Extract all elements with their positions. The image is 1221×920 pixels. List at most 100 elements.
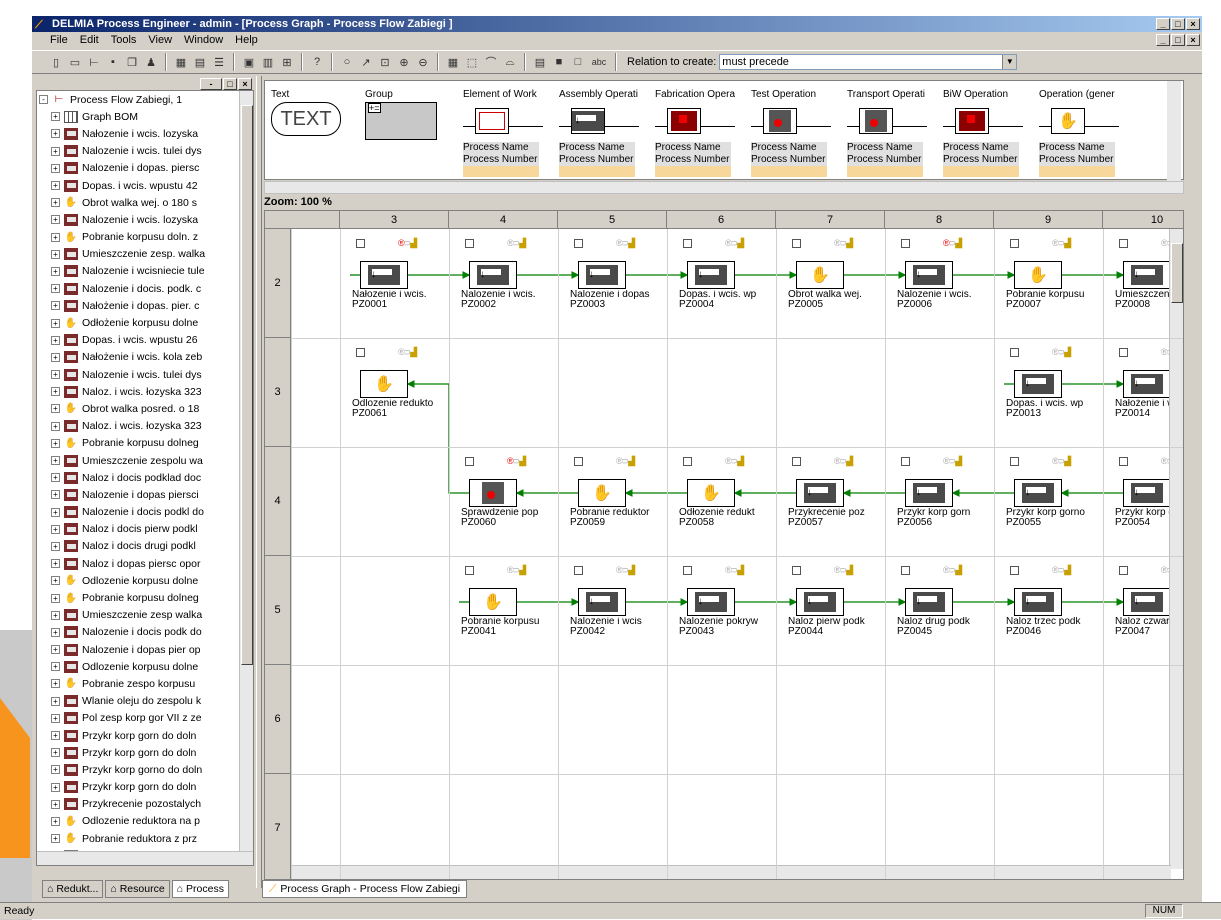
tree-item[interactable]: + Nalozenie i dopas piersci (37, 486, 253, 503)
expand-icon[interactable]: + (51, 610, 60, 620)
tree-item[interactable]: + Umieszczenie zespolu wa (37, 452, 253, 469)
fit-icon[interactable]: ⊡ (377, 54, 393, 70)
node-checkbox[interactable] (1010, 348, 1019, 357)
palette-item[interactable]: Element of Work Process Name Process Numbe… (463, 89, 543, 177)
process-node[interactable]: ®⊃▟ ✋ Pobranie reduktor PZ0059 (564, 456, 656, 528)
node-checkbox[interactable] (574, 566, 583, 575)
palette-scrollbar[interactable] (1167, 81, 1181, 181)
properties-icon[interactable]: ▤ (532, 54, 548, 70)
collapse-icon[interactable]: - (39, 95, 48, 105)
zoom-out-icon[interactable]: ⊖ (415, 54, 431, 70)
menu-tools[interactable]: Tools (111, 32, 137, 49)
column-header[interactable]: 4 (449, 211, 558, 229)
menu-view[interactable]: View (148, 32, 172, 49)
doc-close-button[interactable]: × (1186, 34, 1200, 46)
expand-icon[interactable]: + (51, 490, 60, 500)
node-checkbox[interactable] (1119, 239, 1128, 248)
expand-icon[interactable]: + (51, 284, 60, 294)
tree-item[interactable]: + Naloz i docis podklad doc (37, 469, 253, 486)
node-checkbox[interactable] (1010, 566, 1019, 575)
tree-item[interactable]: + ✋ Obrot walka posred. o 18 (37, 400, 253, 417)
tree-icon[interactable]: ⊢ (86, 54, 102, 70)
expand-icon[interactable]: + (51, 473, 60, 483)
node-checkbox[interactable] (574, 239, 583, 248)
box-icon[interactable]: ■ (551, 54, 567, 70)
panel-maximize-button[interactable]: □ (223, 78, 237, 90)
minimize-button[interactable]: _ (1156, 18, 1170, 30)
process-node[interactable]: ®⊃▟ Nalozenie i dopasPZ0003 (564, 238, 656, 310)
relation-select[interactable]: must precede ▼ (719, 54, 1018, 70)
expand-icon[interactable]: + (51, 456, 60, 466)
column-header[interactable]: 10 (1103, 211, 1183, 229)
tree-item[interactable]: + Przykr korp gorn do doln (37, 744, 253, 761)
route-b-icon[interactable]: ⌓ (502, 54, 518, 70)
tree-item[interactable]: + Naloz. i wcis. łozyska 323 (37, 383, 253, 400)
expand-icon[interactable]: + (51, 301, 60, 311)
tree-item[interactable]: + Nalozenie i docis. podk. c (37, 280, 253, 297)
expand-icon[interactable]: + (51, 507, 60, 517)
tree-item[interactable]: + Naloz i docis pierw podkl (37, 521, 253, 538)
expand-icon[interactable]: + (51, 318, 60, 328)
node-checkbox[interactable] (465, 566, 474, 575)
palette-item[interactable]: Test Operation Process Name Process Number (751, 89, 831, 177)
node-checkbox[interactable] (683, 457, 692, 466)
expand-icon[interactable]: + (51, 198, 60, 208)
find-icon[interactable]: ♟ (143, 54, 159, 70)
tree-item[interactable]: + ✋ Pobranie korpusu dolneg (37, 589, 253, 606)
row-header[interactable]: 7 (265, 774, 291, 879)
process-node[interactable]: ®⊃▟ Naloz drug podkPZ0045 (891, 565, 983, 637)
expand-icon[interactable]: + (51, 404, 60, 414)
expand-icon[interactable]: + (51, 713, 60, 723)
palette-item[interactable]: BiW Operation Process Name Process Number (943, 89, 1023, 177)
chart-icon[interactable]: ▥ (260, 54, 276, 70)
expand-icon[interactable]: + (51, 438, 60, 448)
tree-item[interactable]: + Nalozenie i wcis. lozyska (37, 211, 253, 228)
select-icon[interactable]: ○ (339, 54, 355, 70)
node-checkbox[interactable] (792, 566, 801, 575)
chevron-down-icon[interactable]: ▼ (1002, 55, 1017, 69)
tree-item[interactable]: + Dopas. i wcis. wpustu 42 (37, 177, 253, 194)
tree-item[interactable]: + Przykrecenie pozostalych (37, 796, 253, 813)
expand-icon[interactable]: + (51, 335, 60, 345)
tree-item[interactable]: + Nalozenie i docis podk do (37, 624, 253, 641)
node-checkbox[interactable] (465, 457, 474, 466)
tree-item[interactable]: + ✋ Obrot walka wej. o 180 s (37, 194, 253, 211)
tab-process[interactable]: ⌂ Process (171, 880, 229, 898)
doc-restore-button[interactable]: □ (1171, 34, 1185, 46)
tab-reduktor[interactable]: ⌂ Redukt... (42, 880, 104, 898)
graph-scrollbar[interactable] (1169, 229, 1183, 869)
tree-hscrollbar[interactable] (37, 851, 253, 865)
tree-root[interactable]: - ⊢ Process Flow Zabiegi, 1 (37, 91, 253, 108)
row-header[interactable]: 3 (265, 338, 291, 447)
help-icon[interactable]: ? (309, 54, 325, 70)
graph-icon[interactable]: ▣ (241, 54, 257, 70)
expand-icon[interactable]: + (51, 352, 60, 362)
save-icon[interactable]: ▪ (105, 54, 121, 70)
expand-icon[interactable]: + (51, 627, 60, 637)
zoom-in-icon[interactable]: ⊕ (396, 54, 412, 70)
node-checkbox[interactable] (1010, 239, 1019, 248)
tree-item[interactable]: + ✋ Odłożenie korpusu dolne (37, 314, 253, 331)
node-checkbox[interactable] (792, 457, 801, 466)
expand-icon[interactable]: + (51, 662, 60, 672)
row-header[interactable]: 5 (265, 556, 291, 665)
process-node[interactable]: ®⊃▟ ✋ Odłozenie redukt PZ0058 (673, 456, 765, 528)
column-header[interactable]: 6 (667, 211, 776, 229)
process-node[interactable]: ®⊃▟ ✋ Obrot walka wej. PZ0005 (782, 238, 874, 310)
tree-item[interactable]: + ✋ Odlozenie reduktora na p (37, 813, 253, 830)
process-node[interactable]: ®⊃▟ Sprawdzenie pop PZ0060 (455, 456, 547, 528)
tree-item[interactable]: + Dopas. i wcis. wpustu 26 (37, 332, 253, 349)
graph-hscrollbar[interactable] (291, 865, 1171, 879)
list-icon[interactable]: ☰ (211, 54, 227, 70)
node-checkbox[interactable] (901, 457, 910, 466)
column-header[interactable]: 8 (885, 211, 994, 229)
tree-item[interactable]: + ✋ Pobranie korpusu doln. z (37, 229, 253, 246)
expand-icon[interactable]: + (51, 559, 60, 569)
expand-icon[interactable]: + (51, 232, 60, 242)
palette-item[interactable]: Transport Operati Process Name Process Num… (847, 89, 927, 177)
palette-item[interactable]: Assembly Operati Process NameProcess Numb… (559, 89, 639, 177)
connect-icon[interactable]: ↗ (358, 54, 374, 70)
expand-icon[interactable]: + (51, 524, 60, 534)
process-node[interactable]: ®⊃▟ ✋ Pobranie korpusu PZ0041 (455, 565, 547, 637)
node-checkbox[interactable] (574, 457, 583, 466)
